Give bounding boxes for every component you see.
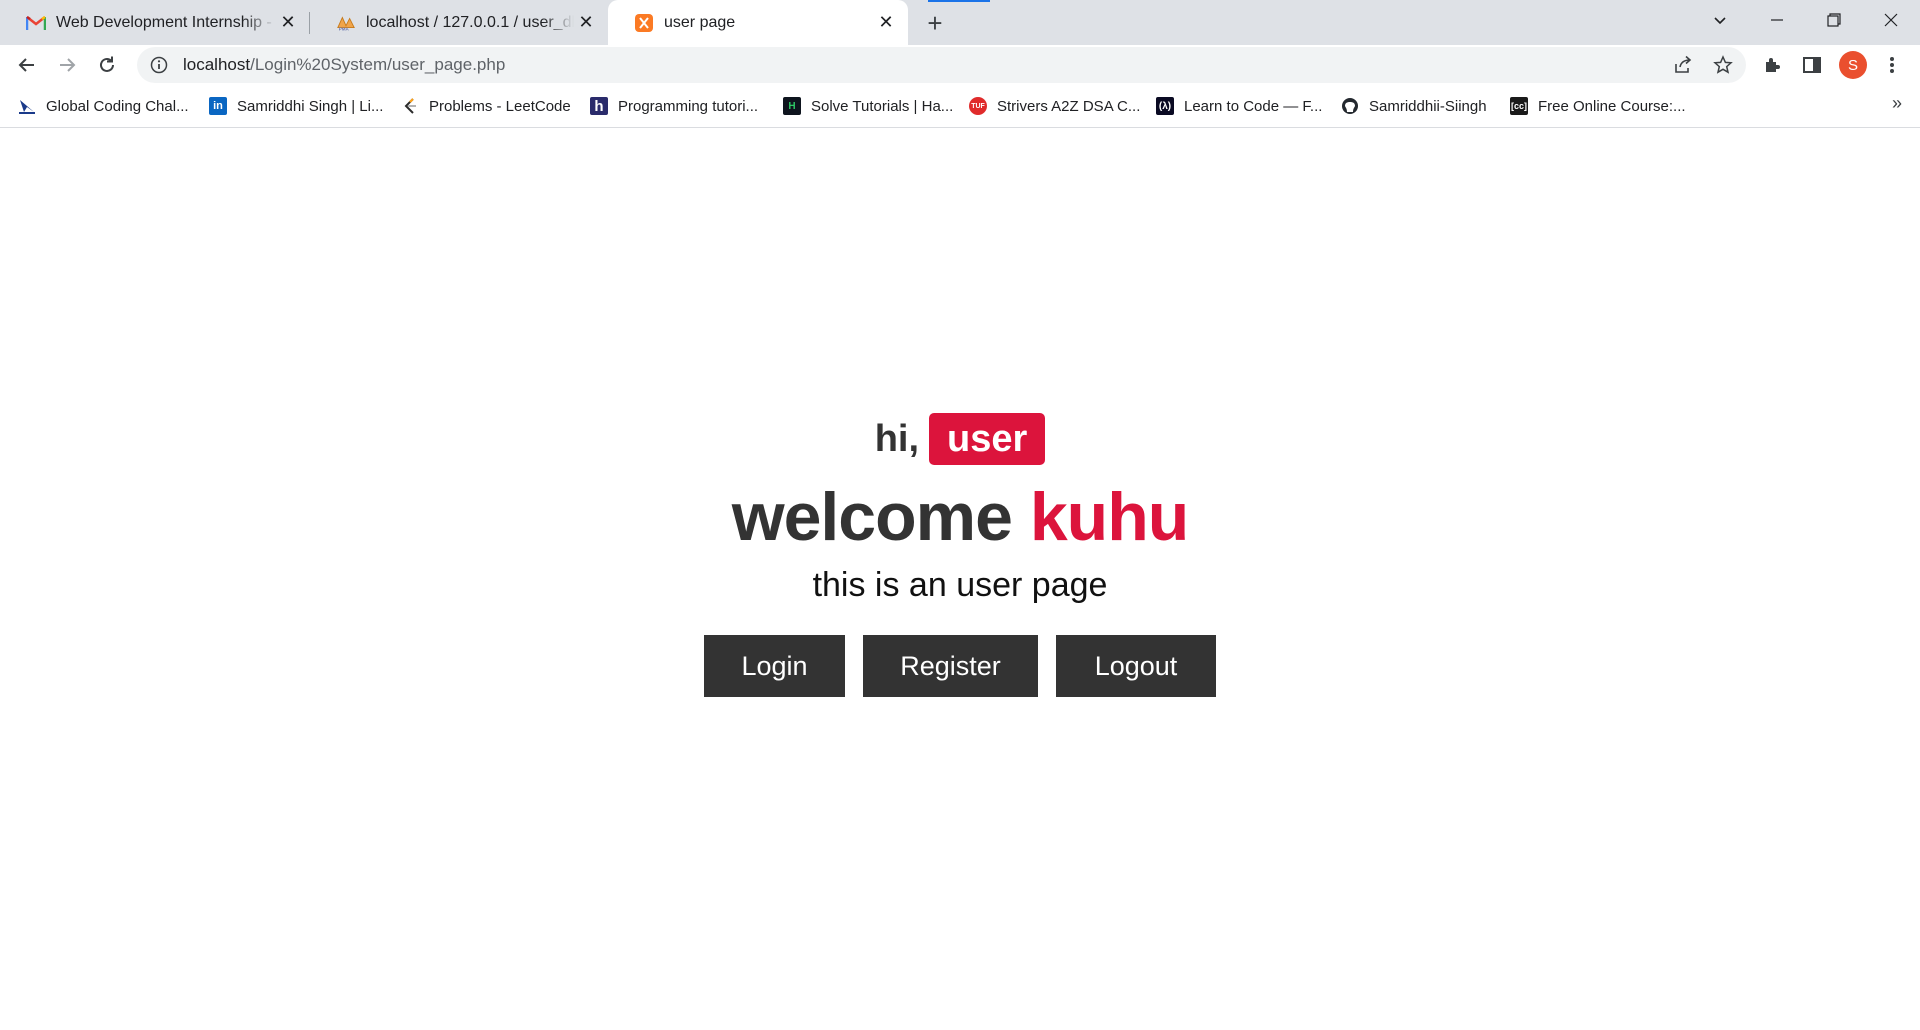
bookmark-label: Programming tutori... bbox=[618, 97, 759, 115]
url-host: localhost bbox=[183, 55, 251, 74]
welcome-text: welcome bbox=[731, 479, 1013, 555]
close-icon[interactable]: ✕ bbox=[276, 11, 300, 35]
button-row: Login Register Logout bbox=[0, 635, 1920, 697]
bookmarks-bar: Global Coding Chal... in Samriddhi Singh… bbox=[0, 85, 1920, 128]
close-window-icon[interactable] bbox=[1862, 0, 1919, 40]
bookmark-label: Free Online Course:... bbox=[1538, 97, 1686, 115]
share-icon[interactable] bbox=[1671, 53, 1695, 77]
coursera-icon: [cc] bbox=[1510, 97, 1528, 115]
bookmark-item[interactable]: (λ) Learn to Code — F... bbox=[1156, 95, 1322, 117]
codechef-icon bbox=[18, 97, 36, 115]
bookmark-label: Global Coding Chal... bbox=[46, 97, 189, 115]
restore-icon[interactable] bbox=[1805, 0, 1862, 40]
minimize-icon[interactable] bbox=[1748, 0, 1805, 40]
bookmark-label: Samriddhi Singh | Li... bbox=[237, 97, 384, 115]
extensions-icon[interactable] bbox=[1760, 53, 1784, 77]
tab-title: Web Development Internship - sam bbox=[56, 13, 276, 31]
bookmark-item[interactable]: H Solve Tutorials | Ha... bbox=[783, 95, 953, 117]
page-content: hi, user welcome kuhu this is an user pa… bbox=[0, 128, 1920, 1030]
tab-indicator bbox=[928, 0, 990, 2]
page-title: welcome kuhu bbox=[0, 478, 1920, 556]
role-badge: user bbox=[929, 413, 1046, 465]
site-info-icon[interactable] bbox=[147, 53, 171, 77]
browser-toolbar: localhost/Login%20System/user_page.php S bbox=[0, 45, 1920, 85]
bookmark-item[interactable]: TUF Strivers A2Z DSA C... bbox=[969, 95, 1140, 117]
tab-user-page[interactable]: user page ✕ bbox=[608, 0, 908, 45]
menu-icon[interactable] bbox=[1880, 53, 1904, 77]
greeting-text: hi, bbox=[874, 417, 920, 460]
reload-icon[interactable] bbox=[91, 49, 123, 81]
address-bar[interactable]: localhost/Login%20System/user_page.php bbox=[137, 47, 1746, 83]
tab-search-icon[interactable] bbox=[1691, 0, 1748, 40]
url-text: localhost/Login%20System/user_page.php bbox=[183, 55, 505, 75]
phpmyadmin-icon: PMA bbox=[336, 13, 356, 33]
bookmark-label: Samriddhii-Siingh bbox=[1369, 97, 1487, 115]
page-subtitle: this is an user page bbox=[812, 566, 1108, 604]
bookmark-label: Strivers A2Z DSA C... bbox=[997, 97, 1141, 115]
tab-title: user page bbox=[664, 13, 736, 31]
username: kuhu bbox=[1029, 479, 1189, 555]
hackerrank-icon: H bbox=[783, 97, 801, 115]
svg-text:PMA: PMA bbox=[339, 26, 350, 31]
bookmark-item[interactable]: [cc] Free Online Course:... bbox=[1510, 95, 1686, 117]
bookmark-item[interactable]: h Programming tutori... bbox=[590, 95, 758, 117]
url-path: /Login%20System/user_page.php bbox=[250, 55, 506, 74]
xampp-icon bbox=[634, 13, 654, 33]
freecodecamp-icon: (λ) bbox=[1156, 97, 1174, 115]
side-panel-icon[interactable] bbox=[1800, 53, 1824, 77]
bookmark-label: Solve Tutorials | Ha... bbox=[811, 97, 954, 115]
profile-avatar[interactable]: S bbox=[1839, 51, 1867, 79]
bookmark-item[interactable]: in Samriddhi Singh | Li... bbox=[209, 95, 383, 117]
more-bookmarks-icon[interactable]: » bbox=[1892, 93, 1902, 114]
register-button[interactable]: Register bbox=[863, 635, 1038, 697]
bookmark-item[interactable]: Global Coding Chal... bbox=[18, 95, 189, 117]
linkedin-icon: in bbox=[209, 97, 227, 115]
tab-strip: Web Development Internship - sam ✕ PMA l… bbox=[0, 0, 1920, 45]
tab-title: localhost / 127.0.0.1 / user_db / u bbox=[366, 13, 574, 31]
back-icon[interactable] bbox=[11, 49, 43, 81]
leetcode-icon bbox=[401, 97, 419, 115]
logout-button[interactable]: Logout bbox=[1056, 635, 1216, 697]
tab-phpmyadmin[interactable]: PMA localhost / 127.0.0.1 / user_db / u … bbox=[310, 0, 608, 45]
takeuforward-icon: TUF bbox=[969, 97, 987, 115]
bookmark-item[interactable]: Samriddhii-Siingh bbox=[1341, 95, 1487, 117]
login-button[interactable]: Login bbox=[704, 635, 845, 697]
bookmark-label: Problems - LeetCode bbox=[429, 97, 571, 115]
bookmark-label: Learn to Code — F... bbox=[1184, 97, 1323, 115]
bookmark-star-icon[interactable] bbox=[1711, 53, 1735, 77]
greeting-line: hi, user bbox=[0, 413, 1920, 465]
hashnode-icon: h bbox=[590, 97, 608, 115]
close-icon[interactable]: ✕ bbox=[874, 11, 898, 35]
tab-gmail[interactable]: Web Development Internship - sam ✕ bbox=[0, 0, 310, 45]
new-tab-button[interactable]: + bbox=[920, 8, 950, 38]
bookmark-item[interactable]: Problems - LeetCode bbox=[401, 95, 571, 117]
close-icon[interactable]: ✕ bbox=[574, 11, 598, 35]
github-icon bbox=[1341, 97, 1359, 115]
gmail-icon bbox=[26, 13, 46, 33]
forward-icon[interactable] bbox=[51, 49, 83, 81]
